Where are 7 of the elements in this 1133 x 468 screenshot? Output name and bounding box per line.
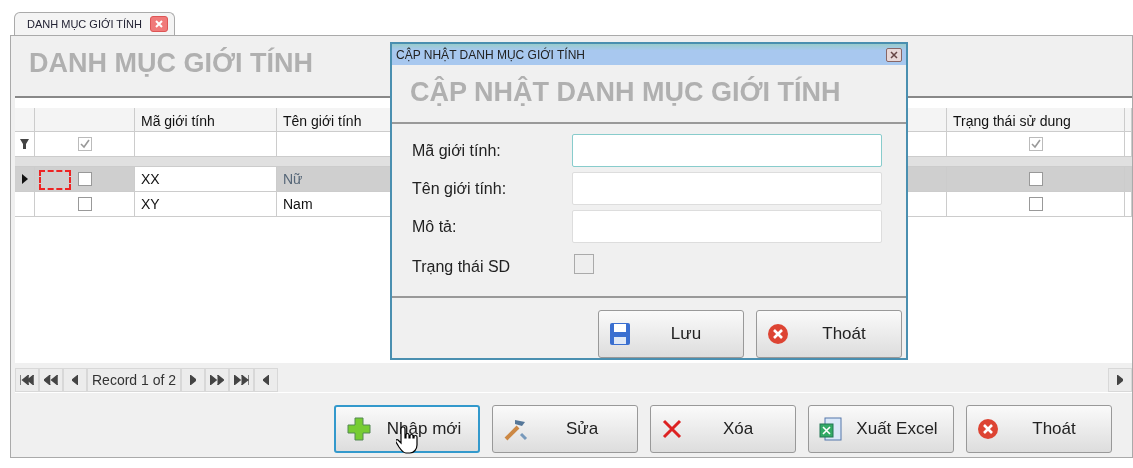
dialog-title: CẬP NHẬT DANH MỤC GIỚI TÍNH [396,47,585,62]
field-label: Mô tả: [412,217,458,236]
dialog-heading: CẬP NHẬT DANH MỤC GIỚI TÍNH [392,65,906,124]
table-cell: XX [135,167,277,191]
field-label: Trạng thái SD [412,258,512,276]
field-label: Mã giới tính: [412,141,502,160]
page-title: DANH MỤC GIỚI TÍNH [28,46,313,80]
